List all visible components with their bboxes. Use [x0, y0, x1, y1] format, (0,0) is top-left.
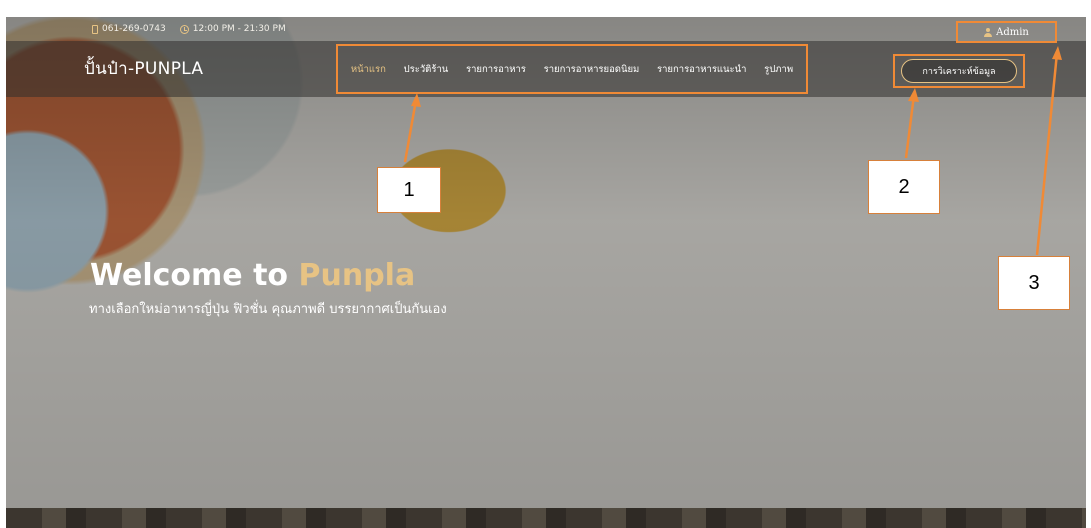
nav-item-gallery[interactable]: รูปภาพ [764, 62, 793, 77]
phone-icon [92, 24, 98, 34]
nav-item-recommended[interactable]: รายการอาหารแนะนำ [657, 62, 746, 77]
nav-item-menu[interactable]: รายการอาหาร [466, 62, 526, 77]
admin-label: Admin [996, 26, 1029, 38]
callout-1: 1 [377, 167, 441, 213]
callout-3: 3 [998, 256, 1070, 310]
hero-title-prefix: Welcome to [90, 258, 299, 293]
hero-title-accent: Punpla [298, 258, 416, 293]
opening-hours: 12:00 PM - 21:30 PM [192, 24, 286, 34]
nav-item-home[interactable]: หน้าแรก [351, 62, 386, 77]
site-logo[interactable]: ปั้นป๋า-PUNPLA [84, 55, 203, 82]
analysis-highlight: การวิเคราะห์ข้อมูล [893, 54, 1025, 88]
nav-item-popular[interactable]: รายการอาหารยอดนิยม [544, 62, 640, 77]
phone-number: 061-269-0743 [102, 24, 166, 34]
hero-title: Welcome to Punpla [90, 258, 415, 293]
hero-subtitle: ทางเลือกใหม่อาหารญี่ปุ่น ฟิวชั่น คุณภาพด… [89, 302, 447, 317]
admin-link[interactable]: Admin [956, 21, 1057, 43]
nav-menu: หน้าแรก ประวัติร้าน รายการอาหาร รายการอา… [336, 44, 808, 94]
analysis-button[interactable]: การวิเคราะห์ข้อมูล [901, 59, 1017, 83]
top-info-bar: 061-269-0743 12:00 PM - 21:30 PM [6, 17, 1086, 41]
nav-item-history[interactable]: ประวัติร้าน [404, 62, 449, 77]
callout-2: 2 [868, 160, 940, 214]
hours-info: 12:00 PM - 21:30 PM [179, 24, 286, 34]
clock-icon [179, 24, 189, 34]
phone-info: 061-269-0743 [92, 24, 166, 34]
user-icon [984, 27, 993, 37]
bottom-image-strip [6, 508, 1086, 528]
